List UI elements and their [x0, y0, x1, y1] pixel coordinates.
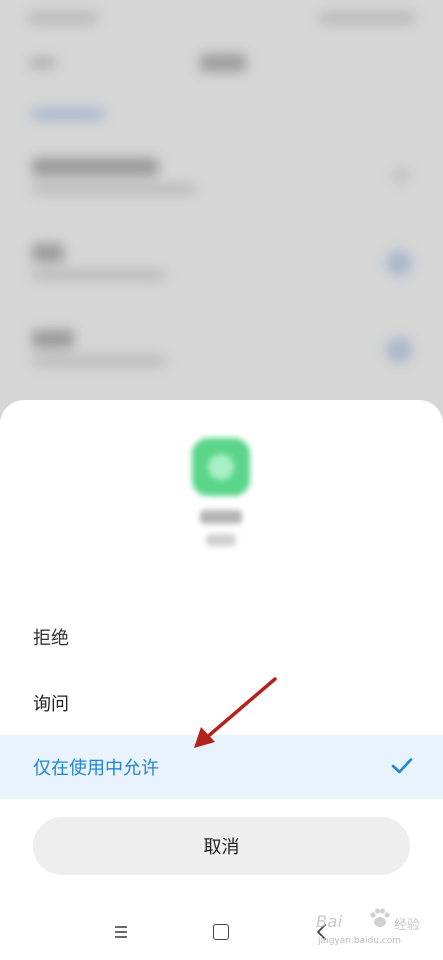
phone-icon — [208, 454, 234, 480]
setting-row-title-blurred — [32, 158, 158, 176]
status-bar-indicators — [319, 12, 415, 24]
chevron-right-icon — [394, 168, 408, 182]
app-icon — [192, 438, 250, 496]
setting-row-subtitle-blurred — [32, 184, 196, 194]
option-allow-while-in-use[interactable]: 仅在使用中允许 — [0, 735, 443, 799]
status-bar-time — [28, 12, 98, 24]
section-header-blurred — [32, 108, 104, 120]
permission-bottom-sheet: 拒绝 询问 仅在使用中允许 取消 — [0, 400, 443, 960]
watermark-url: jingyan.baidu.com — [318, 936, 402, 946]
page-title-blurred — [200, 54, 246, 72]
paw-icon — [370, 908, 390, 927]
setting-row-title-blurred — [32, 244, 64, 262]
baidu-watermark: Bai 经验 jingyan.baidu.com — [312, 906, 432, 954]
toggle-icon-blurred — [386, 337, 412, 363]
back-icon-blurred — [30, 58, 56, 68]
setting-row-subtitle-blurred — [32, 270, 166, 280]
menu-icon[interactable] — [112, 923, 130, 941]
toggle-icon-blurred — [386, 250, 412, 276]
watermark-suffix: 经验 — [394, 918, 421, 933]
checkmark-icon — [391, 758, 413, 774]
option-deny[interactable]: 拒绝 — [0, 605, 443, 669]
home-icon[interactable] — [213, 924, 229, 940]
option-ask[interactable]: 询问 — [0, 671, 443, 735]
cancel-button[interactable]: 取消 — [33, 817, 410, 875]
setting-row-subtitle-blurred — [32, 356, 166, 366]
option-deny-label: 拒绝 — [33, 628, 69, 649]
option-allow-while-in-use-label: 仅在使用中允许 — [33, 758, 159, 779]
setting-row-title-blurred — [32, 330, 74, 348]
app-name-blurred — [200, 510, 242, 524]
option-ask-label: 询问 — [33, 694, 69, 715]
watermark-brand: Bai — [316, 912, 343, 931]
app-permission-name-blurred — [206, 534, 236, 546]
